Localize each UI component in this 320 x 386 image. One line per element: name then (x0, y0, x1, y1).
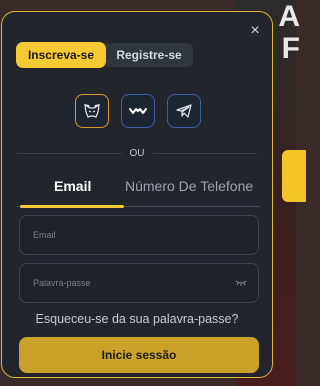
background-heading-letter: A (278, 0, 300, 33)
metamask-icon (84, 103, 100, 118)
telegram-icon (176, 104, 192, 118)
tab-phone[interactable]: Número De Telefone (125, 178, 253, 194)
password-field[interactable] (19, 263, 259, 303)
password-input[interactable] (31, 277, 235, 289)
email-field[interactable] (19, 215, 259, 255)
login-modal: × Inscreva-se Registre-se OU Email Númer… (1, 11, 273, 378)
telegram-button[interactable] (167, 94, 201, 128)
auth-tabs: Inscreva-se Registre-se (17, 43, 193, 67)
divider-line (17, 152, 122, 154)
active-tab-indicator (20, 205, 124, 208)
email-input[interactable] (31, 229, 247, 241)
tab-sign-in[interactable]: Inscreva-se (17, 43, 105, 67)
close-icon[interactable]: × (248, 23, 262, 39)
or-label: OU (129, 147, 145, 159)
metamask-button[interactable] (75, 94, 109, 128)
tab-register[interactable]: Registre-se (105, 43, 193, 67)
login-method-tabs: Email Número De Telefone (17, 172, 260, 208)
divider-line (152, 152, 257, 154)
login-button[interactable]: Inicie sessão (19, 337, 259, 373)
or-divider: OU (17, 146, 257, 160)
background-button[interactable] (282, 150, 306, 202)
background-heading-letter: F (281, 32, 300, 65)
eye-closed-icon[interactable] (235, 279, 247, 287)
walletconnect-icon (129, 108, 147, 114)
forgot-password-link[interactable]: Esqueceu-se da sua palavra-passe? (2, 312, 272, 326)
walletconnect-button[interactable] (121, 94, 155, 128)
tab-email[interactable]: Email (54, 178, 91, 194)
